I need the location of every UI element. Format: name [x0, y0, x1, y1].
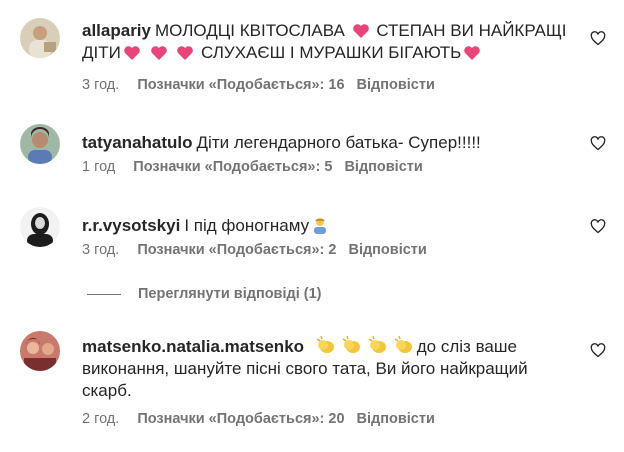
comment-text: allapariy МОЛОДЦІ КВІТОСЛАВА СТЕПАН ВИ НА…: [82, 20, 570, 64]
pink-heart-emoji-icon: [177, 46, 194, 60]
view-replies-label: Переглянути відповіді (1): [138, 286, 322, 302]
avatar[interactable]: [20, 124, 60, 164]
comment-meta: 3 год. Позначки «Подобається»: 2 Відповіст…: [82, 242, 439, 258]
like-heart-icon[interactable]: [590, 31, 606, 46]
comment-text: r.r.vysotskyi І під фоногнаму: [82, 215, 570, 237]
reply-button[interactable]: Відповісти: [344, 159, 422, 175]
pink-heart-emoji-icon: [150, 46, 167, 60]
like-heart-icon[interactable]: [590, 136, 606, 151]
clapping-hands-emoji-icon: [394, 335, 412, 353]
comment-time[interactable]: 1 год: [82, 159, 115, 175]
likes-count[interactable]: Позначки «Подобається»: 20: [137, 411, 344, 427]
avatar-image: [20, 124, 60, 164]
pink-heart-emoji-icon: [352, 24, 369, 38]
likes-count[interactable]: Позначки «Подобається»: 2: [137, 242, 336, 258]
comment-body-part: МОЛОДЦІ КВІТОСЛАВА: [155, 21, 350, 40]
comment-username[interactable]: matsenko.natalia.matsenko: [82, 337, 304, 356]
comment-text: tatyanahatulo Діти легендарного батька- С…: [82, 132, 570, 154]
view-replies-button[interactable]: Переглянути відповіді (1): [87, 286, 322, 302]
reply-button[interactable]: Відповісти: [357, 411, 435, 427]
pink-heart-emoji-icon: [464, 46, 481, 60]
comment-time[interactable]: 3 год.: [82, 77, 119, 93]
comment-meta: 3 год. Позначки «Подобається»: 16 Відповіс…: [82, 77, 447, 93]
clapping-hands-emoji-icon: [316, 335, 334, 353]
comment-meta: 1 год Позначки «Подобається»: 5 Відповісти: [82, 159, 435, 175]
comment-text: matsenko.natalia.matsenko до сліз ваше в…: [82, 335, 570, 402]
avatar-image: [20, 207, 60, 247]
like-heart-icon[interactable]: [590, 219, 606, 234]
like-heart-icon[interactable]: [590, 343, 606, 358]
reply-button[interactable]: Відповісти: [357, 77, 435, 93]
avatar-image: [20, 18, 60, 58]
reply-button[interactable]: Відповісти: [348, 242, 426, 258]
comment-body: І під фоногнаму: [184, 216, 310, 235]
comment-time[interactable]: 2 год.: [82, 411, 119, 427]
clapping-hands-emoji-icon: [342, 335, 360, 353]
comment-time[interactable]: 3 год.: [82, 242, 119, 258]
comment-username[interactable]: tatyanahatulo: [82, 133, 193, 152]
comment-meta: 2 год. Позначки «Подобається»: 20 Відповіс…: [82, 411, 447, 427]
comment-body-part: [170, 43, 175, 62]
clapping-hands-emoji-icon: [368, 335, 386, 353]
likes-count[interactable]: Позначки «Подобається»: 16: [137, 77, 344, 93]
person-shrugging-emoji-icon: [314, 218, 327, 234]
comment-body: Діти легендарного батька- Супер!!!!!: [196, 133, 481, 152]
comment-body-part: [143, 43, 148, 62]
pink-heart-emoji-icon: [124, 46, 140, 60]
replies-divider: [87, 293, 121, 295]
avatar[interactable]: [20, 207, 60, 247]
comment-body-part: СЛУХАЄШ І МУРАШКИ БІГАЮТЬ: [196, 43, 462, 62]
likes-count[interactable]: Позначки «Подобається»: 5: [133, 159, 332, 175]
comment-username[interactable]: allapariy: [82, 21, 151, 40]
avatar[interactable]: [20, 18, 60, 58]
avatar-image: [20, 331, 60, 371]
avatar[interactable]: [20, 331, 60, 371]
comment-username[interactable]: r.r.vysotskyi: [82, 216, 180, 235]
